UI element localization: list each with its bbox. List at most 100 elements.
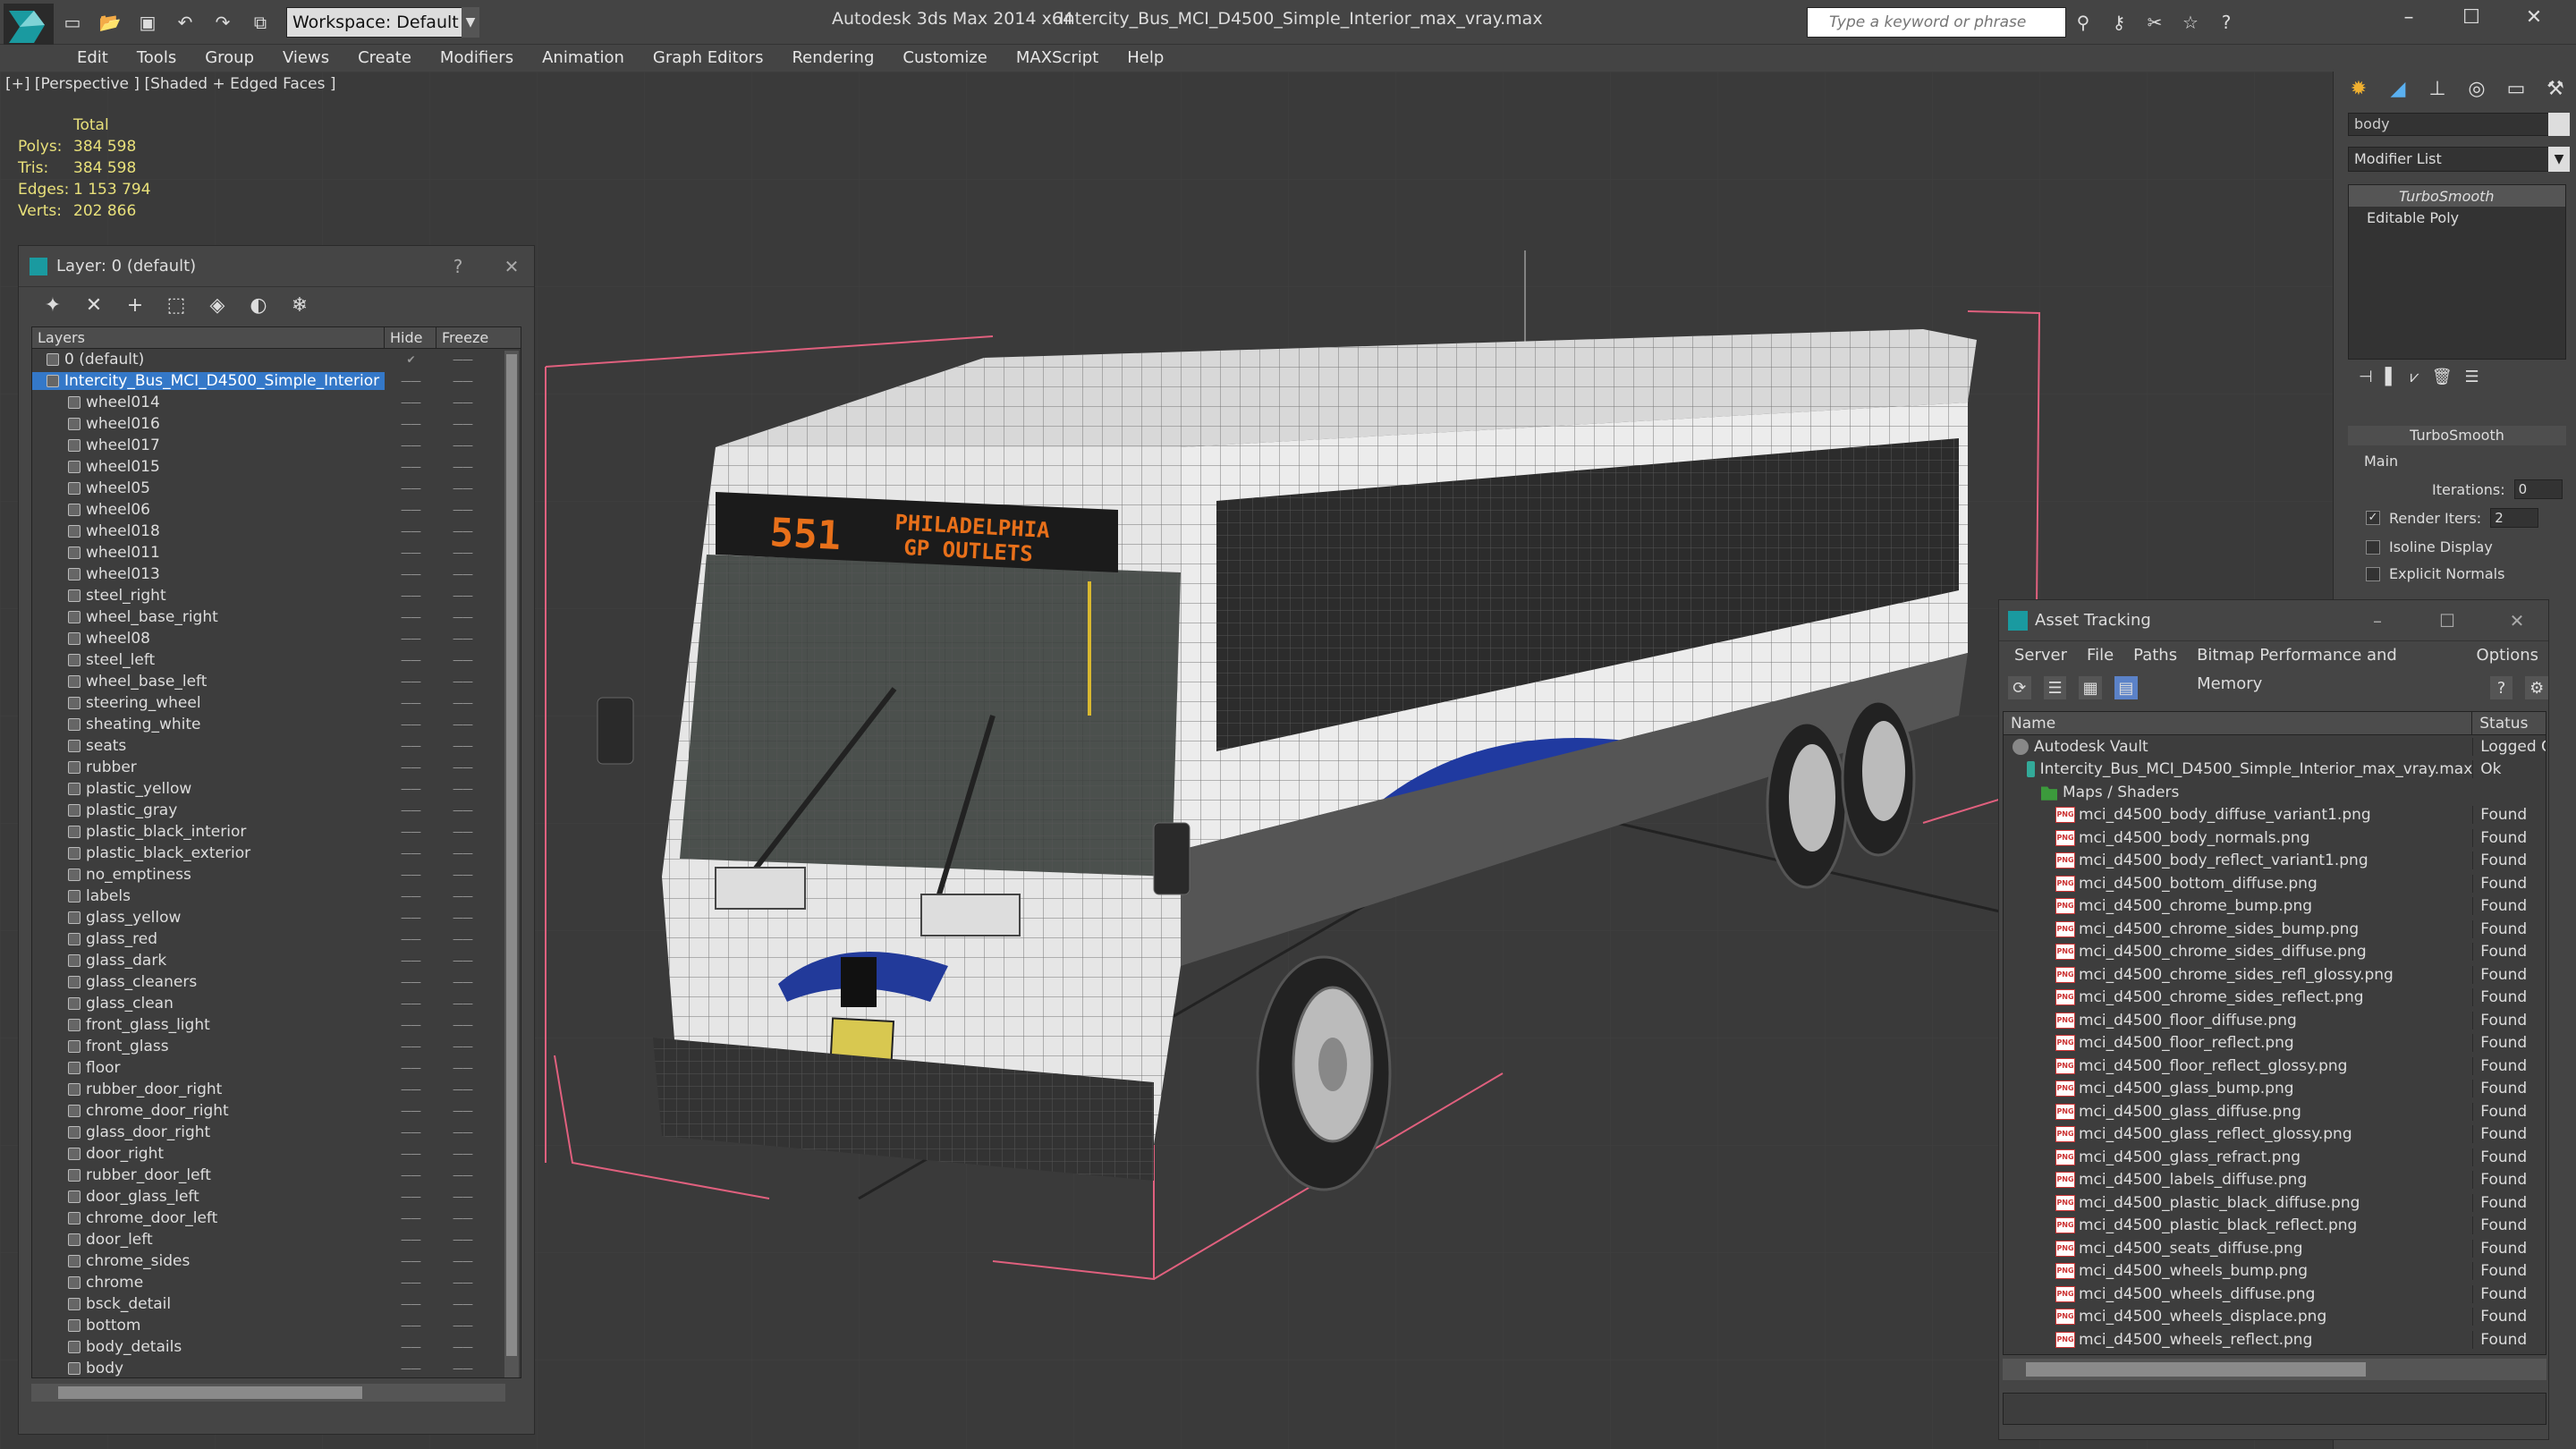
asset-name-cell[interactable]: PNG mci_d4500_wheels_bump.png bbox=[2004, 1262, 2472, 1280]
freeze-toggle[interactable]: —— bbox=[436, 911, 488, 924]
layer-row[interactable]: plastic_yellow —— —— bbox=[32, 778, 521, 800]
freeze-toggle[interactable]: —— bbox=[436, 1341, 488, 1353]
star-icon[interactable]: ☆ bbox=[2177, 7, 2204, 38]
chevron-down-icon[interactable]: ▼ bbox=[2548, 147, 2570, 172]
layer-name-cell[interactable]: body bbox=[32, 1360, 385, 1377]
layer-name-cell[interactable]: wheel_base_left bbox=[32, 673, 385, 691]
asset-row[interactable]: PNG mci_d4500_seats_diffuse.png Found bbox=[2004, 1237, 2546, 1260]
hide-toggle[interactable]: —— bbox=[385, 1169, 436, 1182]
layer-row[interactable]: wheel016 —— —— bbox=[32, 413, 521, 435]
object-color-swatch[interactable] bbox=[2548, 113, 2570, 136]
open-file-icon[interactable]: 📂 bbox=[97, 9, 123, 36]
layer-row[interactable]: glass_dark —— —— bbox=[32, 950, 521, 971]
asset-row[interactable]: PNG mci_d4500_chrome_sides_refl_glossy.pn… bbox=[2004, 963, 2546, 987]
menu-bitmap-performance[interactable]: Bitmap Performance and Memory bbox=[2187, 641, 2466, 693]
freeze-toggle[interactable]: —— bbox=[436, 1148, 488, 1160]
freeze-toggle[interactable]: —— bbox=[436, 697, 488, 709]
hide-toggle[interactable]: —— bbox=[385, 1040, 436, 1053]
project-folder-icon[interactable]: ⧉ bbox=[247, 9, 274, 36]
freeze-toggle[interactable]: —— bbox=[436, 1083, 488, 1096]
freeze-toggle[interactable]: —— bbox=[436, 525, 488, 538]
asset-row[interactable]: PNG mci_d4500_body_normals.png Found bbox=[2004, 826, 2546, 850]
asset-row[interactable]: PNG mci_d4500_body_diffuse_variant1.png Fo… bbox=[2004, 804, 2546, 827]
layer-name-cell[interactable]: chrome_door_right bbox=[32, 1102, 385, 1120]
binoculars-icon[interactable]: ⚲ bbox=[2070, 7, 2097, 38]
asset-tracking-titlebar[interactable]: Asset Tracking – ☐ ✕ bbox=[1999, 600, 2548, 641]
maximize-icon[interactable]: ☐ bbox=[2440, 0, 2503, 39]
turbosmooth-rollout-header[interactable]: TurboSmooth bbox=[2348, 426, 2566, 445]
layer-row[interactable]: Intercity_Bus_MCI_D4500_Simple_Interior —… bbox=[32, 370, 521, 392]
object-name-field[interactable]: body bbox=[2348, 113, 2552, 136]
layer-name-cell[interactable]: glass_red bbox=[32, 930, 385, 948]
layer-name-cell[interactable]: Intercity_Bus_MCI_D4500_Simple_Interior bbox=[32, 372, 385, 390]
asset-name-cell[interactable]: PNG mci_d4500_chrome_sides_reflect.png bbox=[2004, 988, 2472, 1006]
freeze-toggle[interactable]: —— bbox=[436, 1362, 488, 1375]
asset-name-cell[interactable]: PNG mci_d4500_floor_reflect_glossy.png bbox=[2004, 1057, 2472, 1075]
modify-tab-icon[interactable]: ◢ bbox=[2380, 73, 2416, 104]
layer-name-cell[interactable]: wheel013 bbox=[32, 565, 385, 583]
layer-row[interactable]: sheating_white —— —— bbox=[32, 714, 521, 735]
hide-toggle[interactable]: —— bbox=[385, 1341, 436, 1353]
asset-name-cell[interactable]: PNG mci_d4500_glass_bump.png bbox=[2004, 1080, 2472, 1097]
asset-row[interactable]: PNG mci_d4500_glass_reflect_glossy.png Fou… bbox=[2004, 1123, 2546, 1147]
freeze-toggle[interactable]: —— bbox=[436, 418, 488, 430]
col-name[interactable]: Name bbox=[2004, 712, 2473, 734]
layer-name-cell[interactable]: rubber_door_right bbox=[32, 1080, 385, 1098]
layer-name-cell[interactable]: 0 (default) bbox=[32, 351, 385, 369]
col-freeze[interactable]: Freeze bbox=[436, 327, 506, 348]
hide-toggle[interactable]: —— bbox=[385, 418, 436, 430]
list-view-icon[interactable]: ☰ bbox=[2043, 676, 2067, 699]
layer-row[interactable]: chrome_door_right —— —— bbox=[32, 1100, 521, 1122]
freeze-toggle[interactable]: —— bbox=[436, 869, 488, 881]
hide-toggle[interactable]: —— bbox=[385, 675, 436, 688]
layer-name-cell[interactable]: glass_door_right bbox=[32, 1123, 385, 1141]
minimize-icon[interactable]: – bbox=[2346, 610, 2409, 631]
layer-row[interactable]: glass_door_right —— —— bbox=[32, 1122, 521, 1143]
asset-row[interactable]: PNG mci_d4500_wheels_diffuse.png Found bbox=[2004, 1283, 2546, 1306]
layer-row[interactable]: wheel06 —— —— bbox=[32, 499, 521, 521]
menu-file[interactable]: File bbox=[2077, 641, 2123, 670]
freeze-toggle[interactable]: —— bbox=[436, 740, 488, 752]
asset-name-cell[interactable]: PNG mci_d4500_chrome_sides_diffuse.png bbox=[2004, 943, 2472, 961]
layer-row[interactable]: floor —— —— bbox=[32, 1057, 521, 1079]
hide-toggle[interactable]: —— bbox=[385, 740, 436, 752]
layer-row[interactable]: steel_left —— —— bbox=[32, 649, 521, 671]
asset-name-cell[interactable]: PNG mci_d4500_labels_diffuse.png bbox=[2004, 1171, 2472, 1189]
layer-row[interactable]: bsck_detail —— —— bbox=[32, 1293, 521, 1315]
freeze-toggle[interactable]: —— bbox=[436, 954, 488, 967]
hide-toggle[interactable]: —— bbox=[385, 439, 436, 452]
asset-row[interactable]: PNG mci_d4500_chrome_sides_bump.png Found bbox=[2004, 918, 2546, 941]
freeze-toggle[interactable]: —— bbox=[436, 1212, 488, 1224]
hide-toggle[interactable]: —— bbox=[385, 589, 436, 602]
scroll-thumb[interactable] bbox=[58, 1386, 362, 1399]
hide-toggle[interactable]: —— bbox=[385, 1191, 436, 1203]
select-objects-icon[interactable]: ⬚ bbox=[160, 292, 192, 318]
layer-name-cell[interactable]: plastic_black_exterior bbox=[32, 844, 385, 862]
minimize-icon[interactable]: – bbox=[2377, 0, 2440, 39]
scroll-thumb[interactable] bbox=[2026, 1362, 2366, 1377]
layer-row[interactable]: wheel015 —— —— bbox=[32, 456, 521, 478]
layer-name-cell[interactable]: labels bbox=[32, 887, 385, 905]
layer-row[interactable]: plastic_black_interior —— —— bbox=[32, 821, 521, 843]
layer-name-cell[interactable]: wheel015 bbox=[32, 458, 385, 476]
menu-options[interactable]: Options bbox=[2467, 641, 2548, 670]
hide-toggle[interactable]: —— bbox=[385, 611, 436, 623]
hide-toggle[interactable]: —— bbox=[385, 697, 436, 709]
exchange-icon[interactable]: ✂ bbox=[2141, 7, 2168, 38]
asset-name-cell[interactable]: Intercity_Bus_MCI_D4500_Simple_Interior_… bbox=[2004, 760, 2472, 778]
layer-row[interactable]: wheel018 —— —— bbox=[32, 521, 521, 542]
hide-toggle[interactable]: —— bbox=[385, 482, 436, 495]
hide-toggle[interactable]: —— bbox=[385, 869, 436, 881]
close-icon[interactable]: ✕ bbox=[2503, 0, 2565, 39]
freeze-toggle[interactable]: —— bbox=[436, 1105, 488, 1117]
freeze-toggle[interactable]: —— bbox=[436, 1169, 488, 1182]
freeze-toggle[interactable]: —— bbox=[436, 396, 488, 409]
hide-toggle[interactable]: —— bbox=[385, 461, 436, 473]
layer-name-cell[interactable]: wheel08 bbox=[32, 630, 385, 648]
asset-name-cell[interactable]: PNG mci_d4500_plastic_black_diffuse.png bbox=[2004, 1194, 2472, 1212]
pin-stack-icon[interactable]: ⊣ bbox=[2359, 368, 2373, 386]
menu-rendering[interactable]: Rendering bbox=[777, 45, 888, 72]
help-icon[interactable]: ? bbox=[2213, 7, 2240, 38]
layer-name-cell[interactable]: bottom bbox=[32, 1317, 385, 1335]
layer-name-cell[interactable]: sheating_white bbox=[32, 716, 385, 733]
